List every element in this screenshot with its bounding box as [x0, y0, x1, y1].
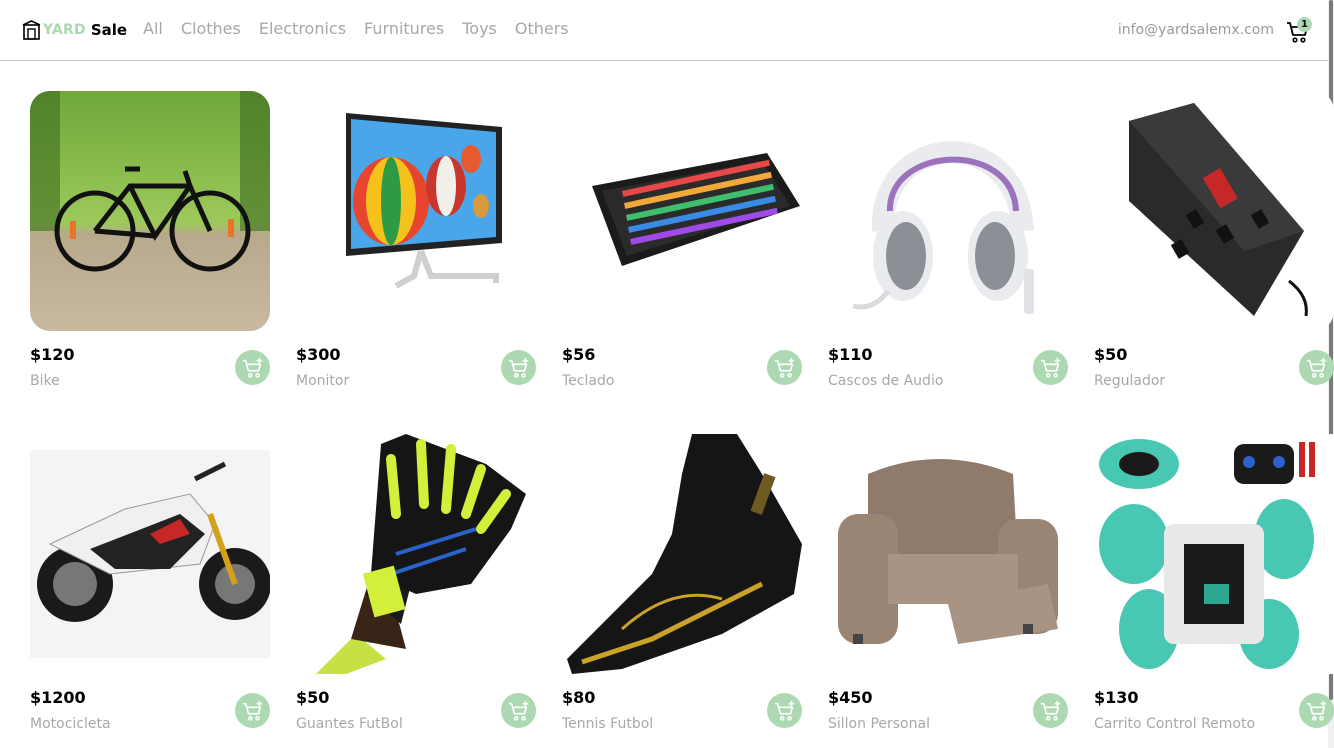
add-to-cart-button[interactable]	[235, 350, 270, 385]
product-name: Carrito Control Remoto	[1094, 716, 1256, 732]
product-name: Bike	[30, 373, 60, 389]
nav-link-all[interactable]: All	[143, 19, 163, 38]
storefront-icon	[22, 20, 41, 40]
product-card[interactable]: $120 Bike	[30, 91, 270, 403]
product-price: $130	[1094, 688, 1139, 707]
nav-link-electronics[interactable]: Electronics	[259, 19, 346, 38]
product-name: Tennis Futbol	[562, 716, 654, 732]
add-to-cart-button[interactable]	[1033, 693, 1068, 728]
add-to-cart-button[interactable]	[1299, 693, 1334, 728]
add-to-cart-icon	[1306, 357, 1326, 378]
product-card[interactable]: $50 Regulador	[1094, 91, 1334, 403]
add-to-cart-button[interactable]	[501, 693, 536, 728]
product-price: $1200	[30, 688, 86, 707]
nav-link-toys[interactable]: Toys	[462, 19, 497, 38]
product-name: Regulador	[1094, 373, 1166, 389]
add-to-cart-button[interactable]	[767, 693, 802, 728]
product-card[interactable]: $130 Carrito Control Remoto	[1094, 434, 1334, 746]
shopping-cart-button[interactable]: 1	[1286, 16, 1312, 44]
product-card[interactable]: $80 Tennis Futbol	[562, 434, 802, 746]
user-email[interactable]: info@yardsalemx.com	[1118, 22, 1274, 38]
add-to-cart-icon	[1040, 700, 1060, 721]
product-price: $110	[828, 345, 873, 364]
add-to-cart-button[interactable]	[501, 350, 536, 385]
product-card[interactable]: $56 Teclado	[562, 91, 802, 403]
product-name: Cascos de Audio	[828, 373, 944, 389]
monitor-image[interactable]	[296, 91, 536, 331]
product-price: $56	[562, 345, 596, 364]
logo-yard: YARD	[43, 22, 86, 38]
headset-image[interactable]	[828, 91, 1068, 331]
product-card[interactable]: $300 Monitor	[296, 91, 536, 403]
product-price: $50	[296, 688, 330, 707]
add-to-cart-icon	[774, 700, 794, 721]
logo-sale: Sale	[90, 21, 128, 39]
product-price: $50	[1094, 345, 1128, 364]
product-card[interactable]: $1200 Motocicleta	[30, 434, 270, 746]
product-price: $120	[30, 345, 75, 364]
add-to-cart-icon	[508, 700, 528, 721]
product-price: $450	[828, 688, 873, 707]
add-to-cart-icon	[1306, 700, 1326, 721]
add-to-cart-icon	[242, 357, 262, 378]
product-name: Guantes FutBol	[296, 716, 403, 732]
product-name: Sillon Personal	[828, 716, 930, 732]
product-name: Motocicleta	[30, 716, 111, 732]
add-to-cart-icon	[508, 357, 528, 378]
product-card[interactable]: $50 Guantes FutBol	[296, 434, 536, 746]
regulator-image[interactable]	[1094, 91, 1334, 331]
navbar: YARD Sale All Clothes Electronics Furnit…	[0, 0, 1334, 61]
product-price: $80	[562, 688, 596, 707]
nav-link-others[interactable]: Others	[515, 19, 569, 38]
add-to-cart-button[interactable]	[767, 350, 802, 385]
add-to-cart-icon	[774, 357, 794, 378]
add-to-cart-button[interactable]	[1299, 350, 1334, 385]
cart-count-badge: 1	[1297, 17, 1312, 32]
product-price: $300	[296, 345, 341, 364]
nav-link-clothes[interactable]: Clothes	[181, 19, 241, 38]
gloves-image[interactable]	[296, 434, 536, 674]
product-card[interactable]: $450 Sillon Personal	[828, 434, 1068, 746]
category-nav: All Clothes Electronics Furnitures Toys …	[143, 19, 587, 38]
product-name: Monitor	[296, 373, 350, 389]
add-to-cart-icon	[1040, 357, 1060, 378]
product-name: Teclado	[562, 373, 615, 389]
add-to-cart-button[interactable]	[1033, 350, 1068, 385]
add-to-cart-icon	[242, 700, 262, 721]
logo[interactable]: YARD Sale	[22, 18, 127, 42]
motorcycle-image[interactable]	[30, 434, 270, 674]
product-card[interactable]: $110 Cascos de Audio	[828, 91, 1068, 403]
add-to-cart-button[interactable]	[235, 693, 270, 728]
shoe-image[interactable]	[562, 434, 802, 674]
nav-link-furnitures[interactable]: Furnitures	[364, 19, 444, 38]
bike-image[interactable]	[30, 91, 270, 331]
armchair-image[interactable]	[828, 434, 1068, 674]
rc-car-image[interactable]	[1094, 434, 1334, 674]
keyboard-image[interactable]	[562, 91, 802, 331]
